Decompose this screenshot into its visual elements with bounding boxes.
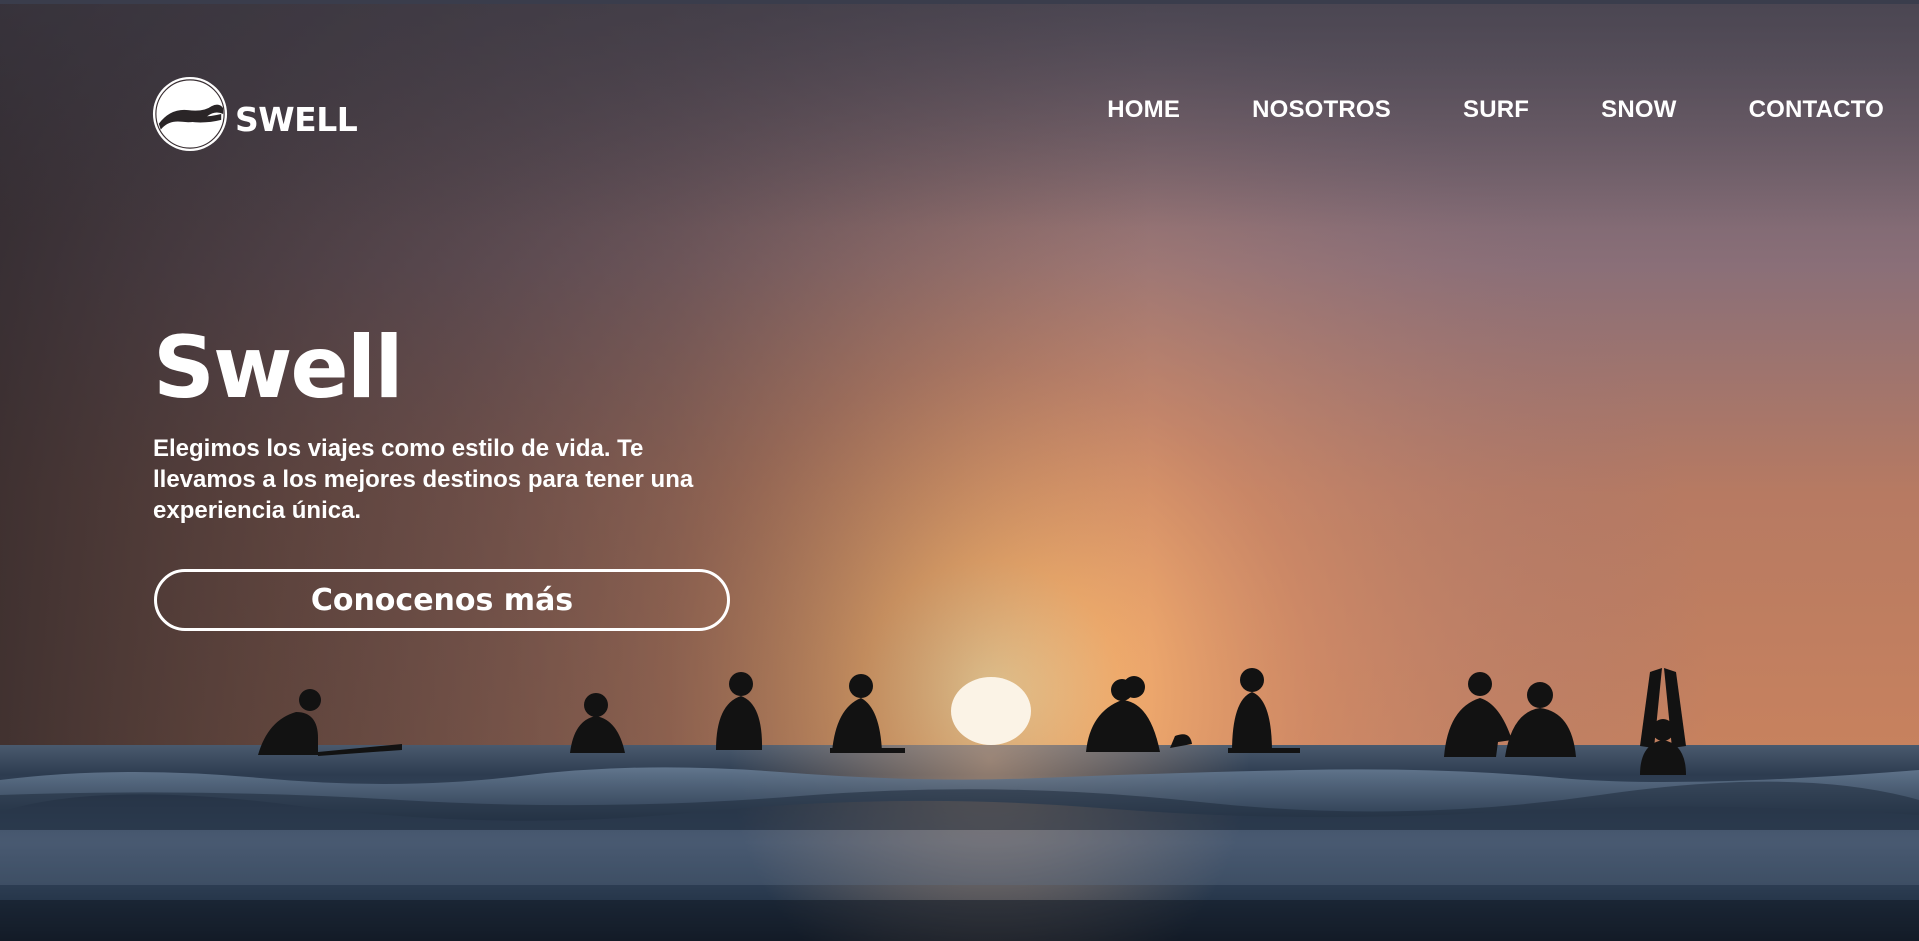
nav-surf-link[interactable]: SURF <box>1463 96 1529 123</box>
nav-home-link[interactable]: HOME <box>1107 96 1180 123</box>
nav-contacto-link[interactable]: CONTACTO <box>1749 96 1884 123</box>
nav-list: HOME NOSOTROS SURF SNOW CONTACTO <box>1107 96 1884 124</box>
nav-item: SNOW <box>1601 96 1676 124</box>
nav-item: CONTACTO <box>1749 96 1884 124</box>
wave-circle-logo-icon <box>152 76 228 152</box>
hero-description: Elegimos los viajes como estilo de vida.… <box>153 435 694 524</box>
nav-nosotros-link[interactable]: NOSOTROS <box>1252 96 1391 123</box>
brand-name: SWELL <box>235 99 358 139</box>
conocenos-mas-button[interactable]: Conocenos más <box>154 569 730 631</box>
navbar: SWELL HOME NOSOTROS SURF SNOW CONTACTO <box>0 0 1919 230</box>
nav-item: SURF <box>1463 96 1529 124</box>
nav-item: HOME <box>1107 96 1180 124</box>
top-strip <box>0 0 1919 4</box>
hero-title: Swell <box>153 318 404 418</box>
nav-item: NOSOTROS <box>1252 96 1391 124</box>
nav-snow-link[interactable]: SNOW <box>1601 96 1676 123</box>
hero-section: SWELL HOME NOSOTROS SURF SNOW CONTACTO S… <box>0 0 1919 941</box>
hero-content: Swell Elegimos los viajes como estilo de… <box>153 325 753 526</box>
logo-link[interactable]: SWELL <box>151 75 358 153</box>
